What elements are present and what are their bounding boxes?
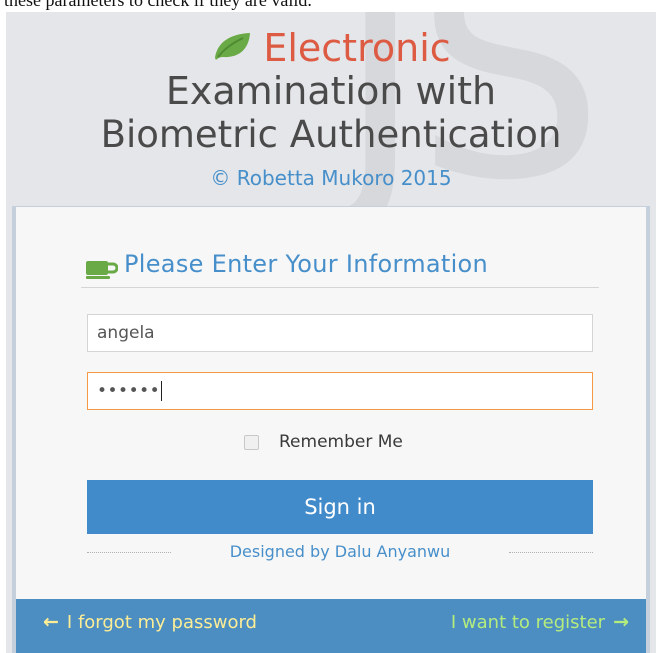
forgot-password-label: I forgot my password — [66, 611, 257, 633]
cropped-document-line: these parameters to check if they are va… — [4, 0, 312, 10]
sign-in-button[interactable]: Sign in — [87, 480, 593, 534]
arrow-left-icon: ← — [43, 611, 59, 633]
brand-header: Electronic Examination with Biometric Au… — [6, 26, 656, 190]
register-link[interactable]: I want to register → — [451, 611, 629, 633]
text-caret — [161, 381, 163, 401]
username-input[interactable] — [87, 314, 593, 352]
brand-title-line1: Electronic — [6, 26, 656, 70]
login-box: Please Enter Your Information •••••• Rem… — [12, 206, 650, 653]
copyright-text: © Robetta Mukoro 2015 — [210, 166, 452, 190]
login-form: Please Enter Your Information •••••• Rem… — [16, 207, 646, 600]
designer-credit-text: Designed by Dalu Anyanwu — [229, 542, 451, 561]
forgot-password-link[interactable]: ← I forgot my password — [43, 611, 257, 633]
brand-title-line3: Biometric Authentication — [100, 113, 562, 156]
leaf-icon — [211, 26, 253, 70]
form-header-title: Please Enter Your Information — [124, 250, 489, 278]
remember-me-checkbox[interactable] — [244, 435, 259, 450]
password-mask: •••••• — [97, 381, 161, 401]
form-header: Please Enter Your Information — [81, 245, 599, 288]
document-text-fragment: these parameters to check if they are va… — [0, 0, 662, 12]
login-page: JS Electronic Examination with Biometric… — [6, 12, 656, 653]
coffee-icon — [86, 259, 119, 283]
register-label: I want to register — [450, 611, 606, 633]
arrow-right-icon: → — [613, 611, 629, 633]
brand-title-text: Electronic — [263, 26, 451, 70]
remember-me-label: Remember Me — [279, 432, 403, 452]
brand-title-line2: Examination with — [165, 69, 497, 113]
password-input[interactable]: •••••• — [87, 372, 593, 410]
credit-divider-right — [509, 552, 593, 553]
credit-divider-left — [87, 552, 171, 553]
login-footer: ← I forgot my password I want to registe… — [16, 599, 646, 653]
designer-credit: Designed by Dalu Anyanwu — [87, 541, 593, 563]
